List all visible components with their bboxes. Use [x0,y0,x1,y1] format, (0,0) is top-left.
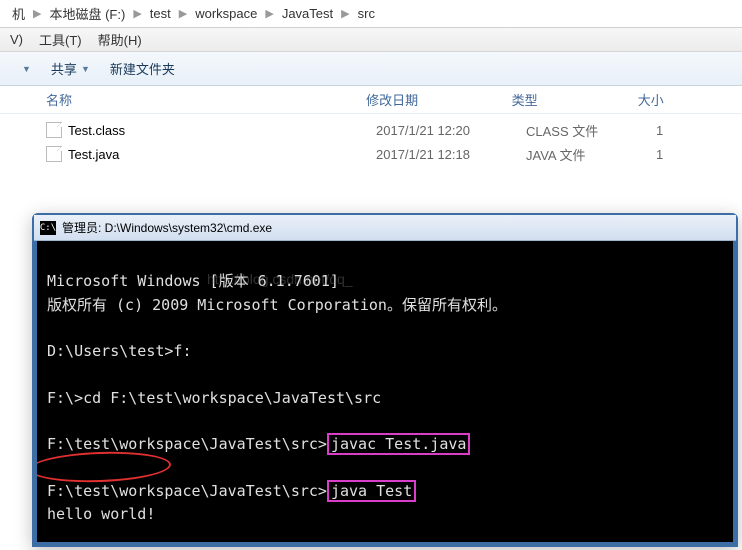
file-row[interactable]: Test.class 2017/1/21 12:20 CLASS 文件 1 [46,118,742,142]
chevron-down-icon: ▼ [22,64,31,74]
file-name: Test.class [68,123,125,138]
file-icon [46,146,62,162]
chevron-right-icon: ▶ [177,7,189,20]
column-header-size[interactable]: 大小 [638,90,696,109]
console-output-hello: hello world! [47,505,155,523]
console-title-text: 管理员: D:\Windows\system32\cmd.exe [62,219,272,236]
column-header-name[interactable]: 名称 [46,90,366,109]
new-folder-label: 新建文件夹 [110,59,175,78]
share-label: 共享 [51,59,77,78]
file-type: JAVA 文件 [526,145,656,164]
column-header-type[interactable]: 类型 [512,90,638,109]
chevron-right-icon: ▶ [31,7,43,20]
chevron-right-icon: ▶ [339,7,351,20]
new-folder-button[interactable]: 新建文件夹 [100,59,185,78]
file-icon [46,122,62,138]
highlight-javac: javac Test.java [327,433,470,455]
file-type: CLASS 文件 [526,121,656,140]
breadcrumb-segment-src[interactable]: src [352,0,381,27]
ellipse-annotation [34,450,171,485]
breadcrumb: 机 ▶ 本地磁盘 (F:) ▶ test ▶ workspace ▶ JavaT… [0,0,742,28]
console-line: F:\test\workspace\JavaTest\src>java Test [47,482,416,500]
chevron-right-icon: ▶ [263,7,275,20]
breadcrumb-segment-test[interactable]: test [144,0,177,27]
file-size: 1 [656,147,716,162]
menu-tools[interactable]: 工具(T) [31,30,90,49]
toolbar: ▼ 共享 ▼ 新建文件夹 [0,52,742,86]
file-date: 2017/1/21 12:18 [376,147,526,162]
file-list-header: 名称 修改日期 类型 大小 [0,86,742,114]
console-line: 版权所有 (c) 2009 Microsoft Corporation。保留所有… [47,296,507,314]
menu-help[interactable]: 帮助(H) [90,30,150,49]
highlight-java: java Test [327,480,416,502]
cmd-icon: C:\ [40,221,56,235]
breadcrumb-root[interactable]: 机 [6,0,31,27]
console-title-bar[interactable]: C:\ 管理员: D:\Windows\system32\cmd.exe [34,215,736,241]
console-line: F:\>cd F:\test\workspace\JavaTest\src [47,389,381,407]
share-button[interactable]: 共享 ▼ [41,59,100,78]
console-line: Microsoft Windows [版本 6.1.7601] [47,272,339,290]
breadcrumb-segment-javatest[interactable]: JavaTest [276,0,339,27]
menu-bar: V) 工具(T) 帮助(H) [0,28,742,52]
file-date: 2017/1/21 12:20 [376,123,526,138]
breadcrumb-segment-workspace[interactable]: workspace [189,0,263,27]
console-body[interactable]: Microsoft Windows [版本 6.1.7601] 版权所有 (c)… [34,241,736,545]
menu-view[interactable]: V) [2,32,31,47]
chevron-right-icon: ▶ [131,7,143,20]
console-line: F:\test\workspace\JavaTest\src>javac Tes… [47,435,470,453]
chevron-down-icon: ▼ [81,64,90,74]
file-list: Test.class 2017/1/21 12:20 CLASS 文件 1 Te… [0,114,742,178]
file-size: 1 [656,123,716,138]
file-name: Test.java [68,147,119,162]
console-window: C:\ 管理员: D:\Windows\system32\cmd.exe Mic… [32,213,738,547]
console-line: D:\Users\test>f: [47,342,192,360]
file-row[interactable]: Test.java 2017/1/21 12:18 JAVA 文件 1 [46,142,742,166]
breadcrumb-segment-disk[interactable]: 本地磁盘 (F:) [43,0,131,27]
open-dropdown-button[interactable]: ▼ [8,64,41,74]
column-header-date[interactable]: 修改日期 [366,90,512,109]
